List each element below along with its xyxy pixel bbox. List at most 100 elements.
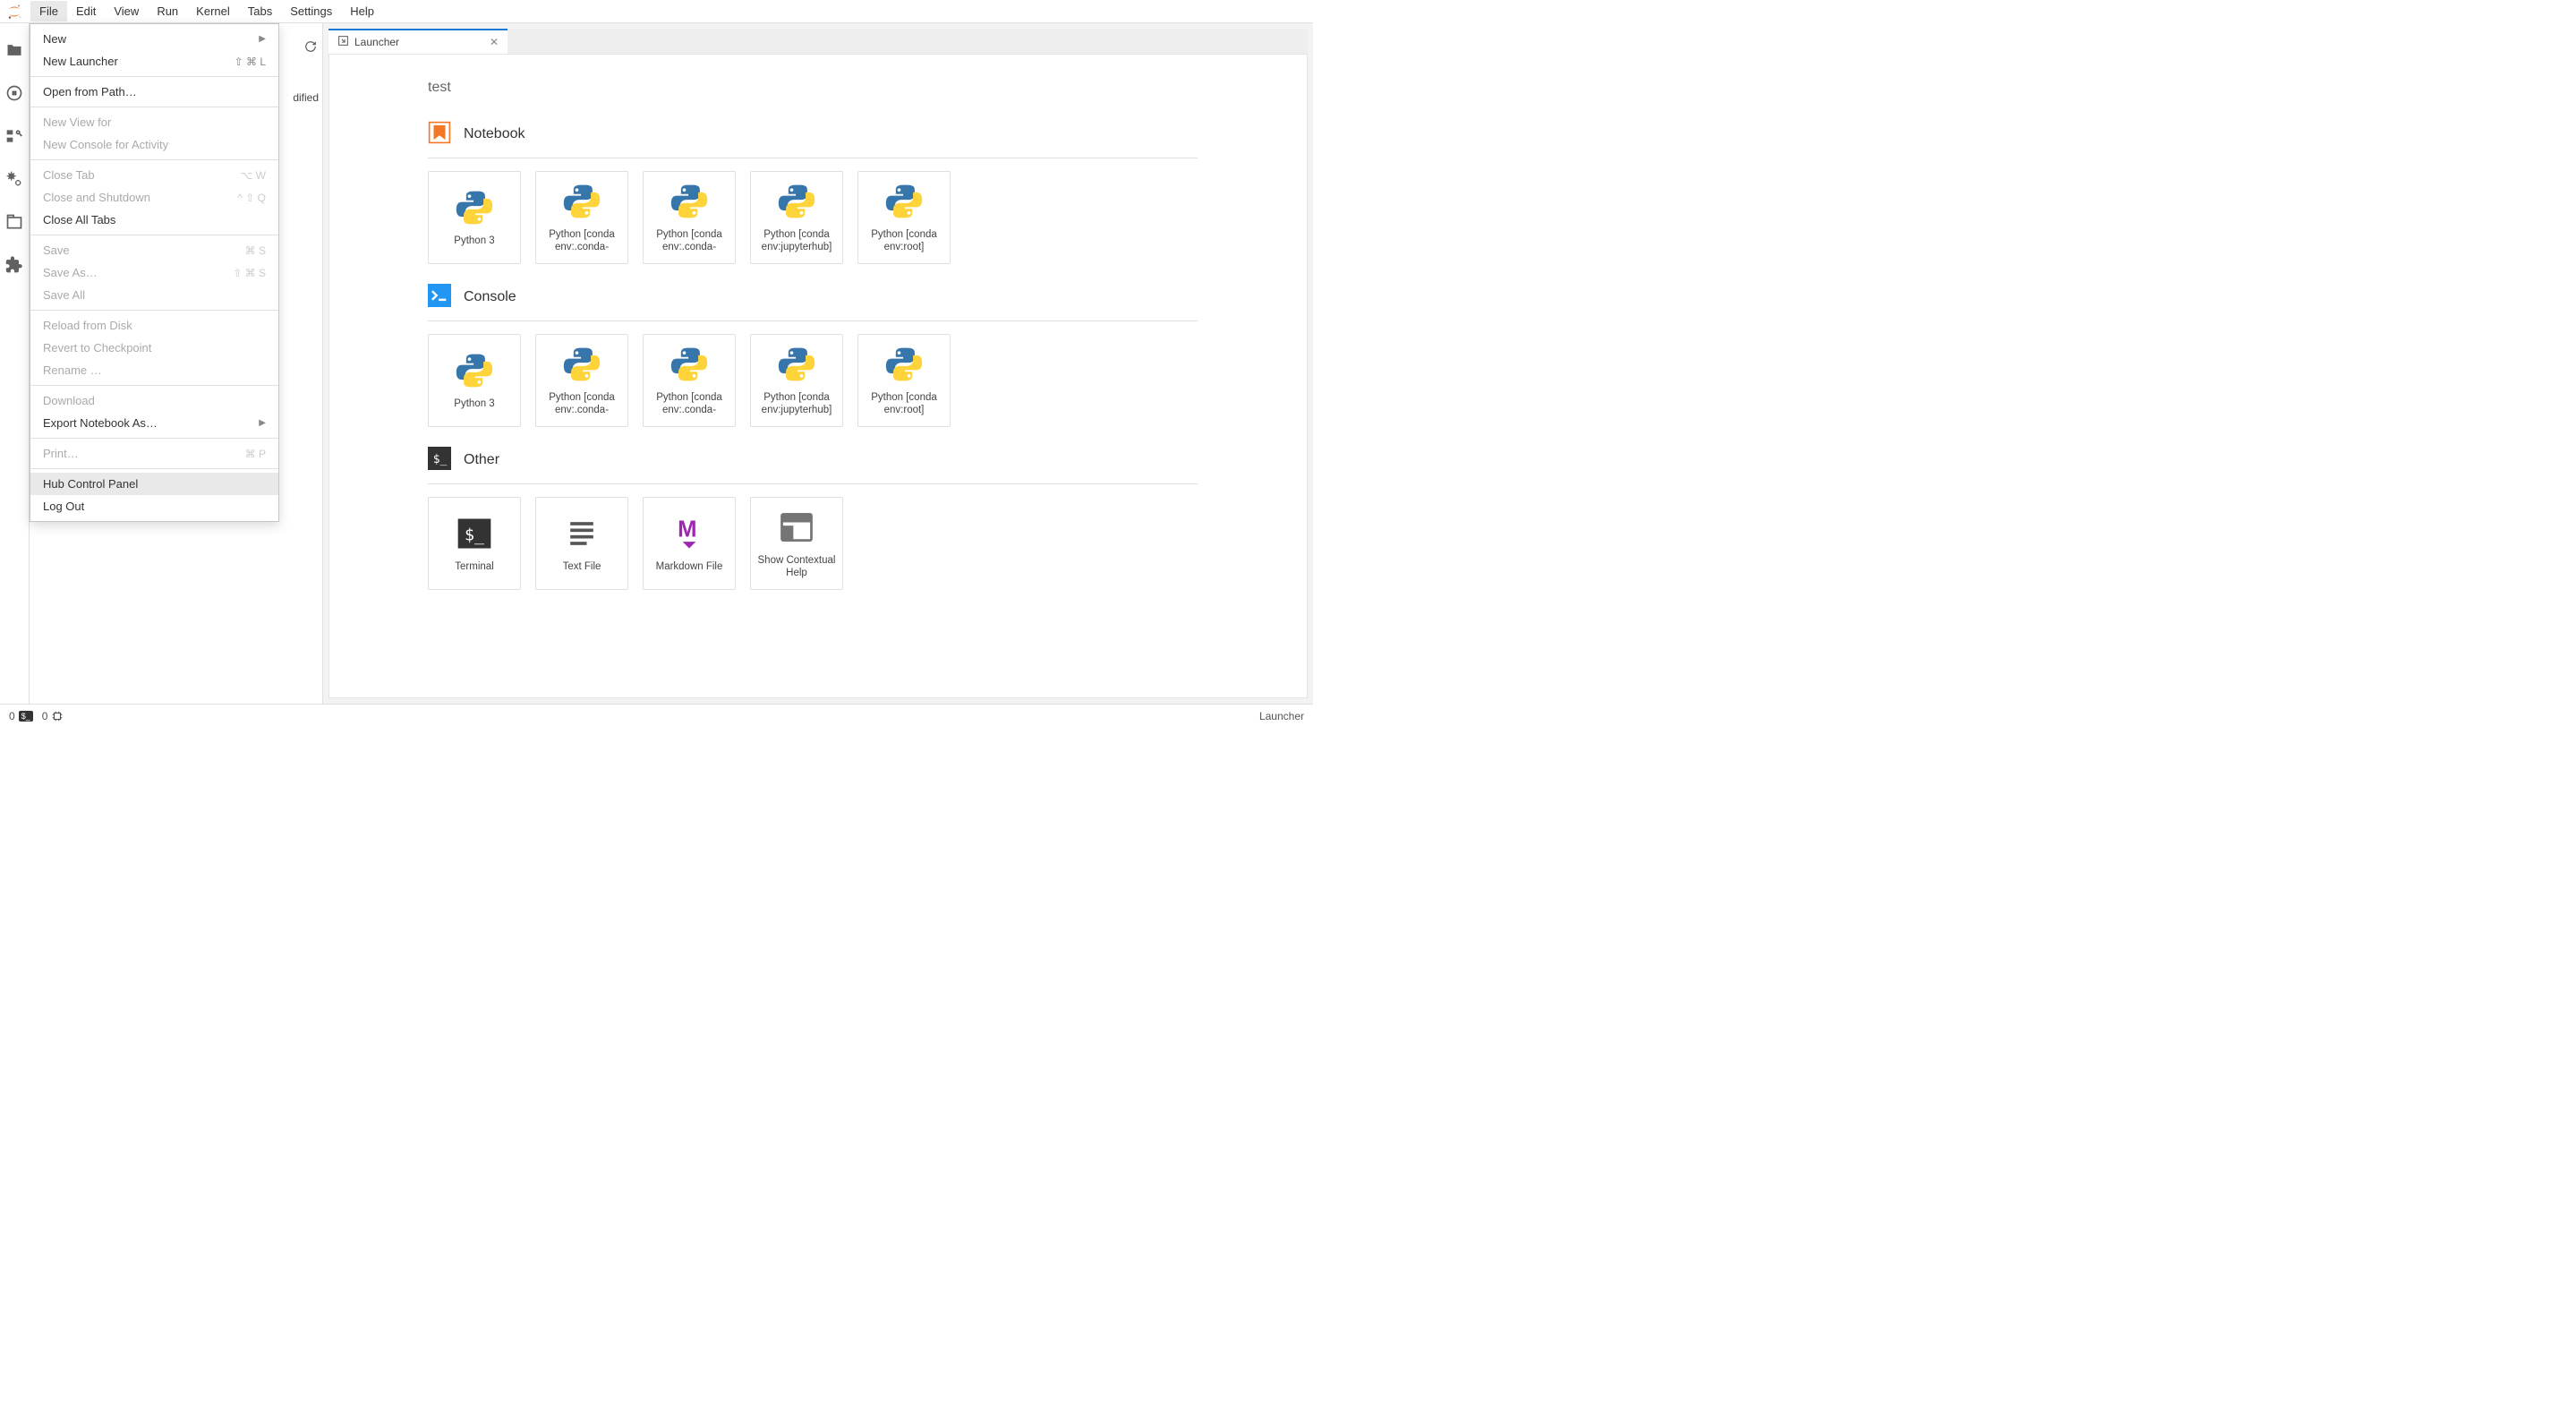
divider — [428, 483, 1198, 484]
file-menu-open-from-path[interactable]: Open from Path… — [30, 81, 278, 103]
menu-run[interactable]: Run — [148, 1, 187, 21]
card-label: Python 3 — [454, 235, 494, 247]
shortcut: ^ ⇧ Q — [237, 192, 266, 204]
close-icon[interactable]: ✕ — [490, 36, 499, 48]
svg-text:$_: $_ — [465, 526, 485, 544]
card-row: $_ Terminal Text FileMMarkdown File Show Co… — [428, 497, 1307, 590]
launcher-card[interactable]: Python [conda env:.conda- — [643, 334, 736, 427]
launcher-card[interactable]: Text File — [535, 497, 628, 590]
status-kernels[interactable]: 0 — [42, 710, 64, 722]
launcher-card[interactable]: Python [conda env:root] — [857, 334, 951, 427]
menu-tabs[interactable]: Tabs — [239, 1, 281, 21]
file-menu-new-launcher[interactable]: New Launcher⇧ ⌘ L — [30, 50, 278, 73]
running-icon[interactable] — [5, 84, 23, 102]
menu-separator — [30, 385, 278, 386]
menu-separator — [30, 76, 278, 77]
status-terminals[interactable]: 0 $_ — [9, 710, 33, 722]
file-menu-export-notebook-as[interactable]: Export Notebook As…▶ — [30, 412, 278, 434]
section-header: Console — [428, 284, 1307, 310]
launcher-card[interactable]: Python [conda env:jupyterhub] — [750, 171, 843, 264]
launcher-card[interactable]: Python [conda env:.conda- — [535, 334, 628, 427]
launcher-card[interactable]: Python [conda env:jupyterhub] — [750, 334, 843, 427]
commands-icon[interactable] — [5, 127, 23, 145]
python-icon — [562, 182, 601, 221]
launcher-card[interactable]: MMarkdown File — [643, 497, 736, 590]
menu-kernel[interactable]: Kernel — [187, 1, 239, 21]
file-menu-reload-from-disk: Reload from Disk — [30, 314, 278, 337]
notebook-icon — [428, 121, 451, 147]
card-label: Terminal — [455, 560, 493, 573]
svg-text:$_: $_ — [433, 453, 448, 466]
python-icon — [670, 345, 709, 384]
file-menu-rename: Rename … — [30, 359, 278, 381]
status-bar: 0 $_ 0 Launcher — [0, 704, 1313, 727]
menu-separator — [30, 159, 278, 160]
file-browser-column-modified: dified — [293, 91, 322, 104]
launcher-card[interactable]: Python 3 — [428, 334, 521, 427]
textfile-icon — [562, 514, 601, 553]
launcher-section-notebook: NotebookPython 3Python [conda env:.conda… — [428, 121, 1307, 264]
file-menu-close-all-tabs[interactable]: Close All Tabs — [30, 209, 278, 231]
card-label: Python [conda env:jupyterhub] — [756, 391, 837, 417]
menu-separator — [30, 468, 278, 469]
terminal-icon: $_ — [19, 711, 33, 722]
card-label: Python [conda env:.conda- — [649, 391, 729, 417]
launcher-card[interactable]: Show Contextual Help — [750, 497, 843, 590]
terminal-icon: $_ — [428, 447, 451, 473]
menu-view[interactable]: View — [105, 1, 148, 21]
help-icon — [777, 508, 816, 547]
menu-file[interactable]: File — [30, 1, 67, 21]
console-icon — [428, 284, 451, 310]
menu-help[interactable]: Help — [341, 1, 383, 21]
card-label: Python [conda env:root] — [864, 391, 944, 417]
chevron-right-icon: ▶ — [259, 418, 266, 428]
menu-separator — [30, 310, 278, 311]
card-label: Python [conda env:jupyterhub] — [756, 228, 837, 254]
launcher-card[interactable]: Python [conda env:.conda- — [535, 171, 628, 264]
launcher-cwd: test — [428, 80, 1307, 96]
menu-edit[interactable]: Edit — [67, 1, 105, 21]
launcher-card[interactable]: Python [conda env:root] — [857, 171, 951, 264]
python-icon — [670, 182, 709, 221]
shortcut: ⇧ ⌘ L — [235, 56, 266, 68]
extension-icon[interactable] — [5, 256, 23, 274]
chip-icon — [51, 710, 64, 722]
refresh-icon[interactable] — [304, 40, 317, 56]
file-menu-new[interactable]: New▶ — [30, 28, 278, 50]
status-mode: Launcher — [1259, 710, 1304, 722]
jupyter-logo — [4, 1, 25, 22]
divider — [428, 320, 1198, 321]
python-icon — [455, 351, 494, 390]
card-row: Python 3Python [conda env:.conda-Python … — [428, 171, 1307, 264]
launcher-card[interactable]: $_ Terminal — [428, 497, 521, 590]
terminal-lg-icon: $_ — [455, 514, 494, 553]
shortcut: ⌘ P — [245, 448, 266, 460]
tab-bar: Launcher ✕ — [328, 29, 1308, 54]
card-label: Python [conda env:.conda- — [542, 391, 622, 417]
launcher-section-console: Console Python 3 Python [conda env:.conda-… — [428, 284, 1307, 427]
section-title: Console — [464, 289, 516, 305]
launcher-body: test NotebookPython 3Python [conda env:.… — [328, 54, 1308, 698]
card-label: Show Contextual Help — [756, 554, 837, 580]
file-menu-revert-to-checkpoint: Revert to Checkpoint — [30, 337, 278, 359]
file-menu-hub-control-panel[interactable]: Hub Control Panel — [30, 473, 278, 495]
python-icon — [777, 345, 816, 384]
launcher-card[interactable]: Python [conda env:.conda- — [643, 171, 736, 264]
card-label: Python 3 — [454, 397, 494, 410]
card-label: Markdown File — [656, 560, 723, 573]
menu-settings[interactable]: Settings — [281, 1, 341, 21]
section-header: $_Other — [428, 447, 1307, 473]
settings-icon[interactable] — [5, 170, 23, 188]
shortcut: ⌘ S — [245, 244, 266, 257]
python-icon — [777, 182, 816, 221]
folder-icon[interactable] — [5, 41, 23, 59]
launch-icon — [337, 35, 349, 49]
file-menu-log-out[interactable]: Log Out — [30, 495, 278, 517]
file-menu-close-and-shutdown: Close and Shutdown^ ⇧ Q — [30, 186, 278, 209]
tabs-icon[interactable] — [5, 213, 23, 231]
python-icon — [455, 188, 494, 227]
launcher-card[interactable]: Python 3 — [428, 171, 521, 264]
activity-bar — [0, 23, 30, 704]
file-menu-dropdown: New▶New Launcher⇧ ⌘ LOpen from Path…New … — [30, 23, 279, 522]
tab-launcher[interactable]: Launcher ✕ — [328, 29, 508, 54]
